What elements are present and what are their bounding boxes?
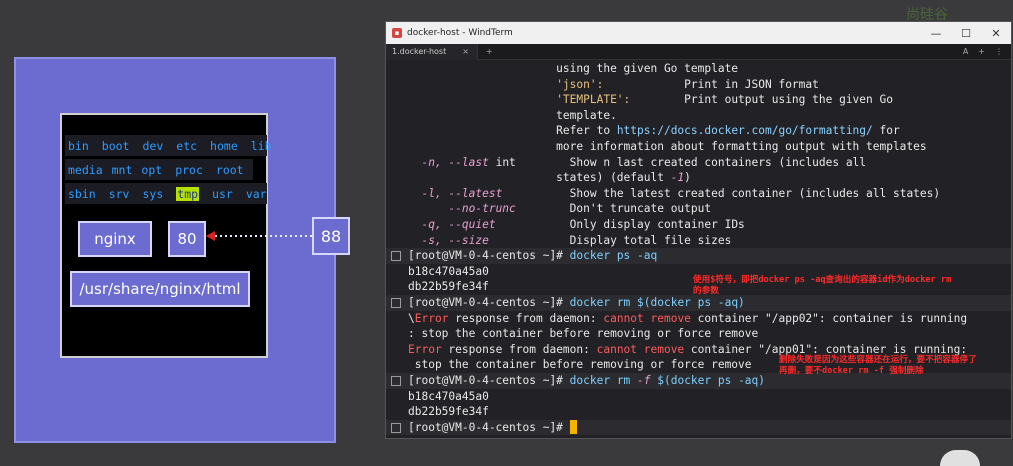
prompt-line: [root@VM-0-4-centos ~]# docker rm $(dock… (386, 295, 1011, 311)
prompt-line: [root@VM-0-4-centos ~]# docker ps -aq (386, 248, 1011, 264)
tab-docker-host[interactable]: 1.docker-host × (386, 43, 478, 60)
maximize-button[interactable]: ☐ (951, 27, 981, 40)
terminal-line: -s, --size Display total file sizes (421, 233, 732, 247)
nginx-box: nginx (78, 221, 152, 257)
docker-diagram: bin boot dev etc home lib media mnt opt … (14, 57, 350, 443)
windterm-app-icon: ▪ (392, 28, 402, 38)
terminal-line: -l, --latest Show the latest created con… (421, 186, 941, 200)
dir-label: bin (68, 138, 89, 153)
menu-icon[interactable]: ⋮ (995, 47, 1003, 56)
terminal-line: 'json': Print in JSON format (556, 77, 819, 91)
dir-label: var (245, 186, 267, 201)
terminal-line: Refer to https://docs.docker.com/go/form… (408, 124, 900, 138)
terminal-line: \Error response from daemon: cannot remo… (408, 311, 974, 325)
minimize-button[interactable]: — (921, 27, 951, 40)
close-button[interactable]: ✕ (981, 27, 1011, 40)
window-title: docker-host - WindTerm (407, 28, 513, 38)
dir-label: srv (108, 186, 130, 201)
active-prompt-line[interactable]: [root@VM-0-4-centos ~]# (386, 419, 1011, 436)
host-port-box: 88 (312, 217, 350, 255)
new-tab-button[interactable]: + (486, 47, 493, 56)
dir-label: mnt (111, 162, 133, 177)
terminal-line: states) (default -1) (408, 171, 691, 185)
fold-icon[interactable] (391, 298, 401, 308)
terminal-line: more information about formatting output… (408, 140, 927, 153)
fold-icon[interactable] (391, 251, 401, 262)
title-bar: ▪ docker-host - WindTerm — ☐ ✕ (386, 22, 1011, 44)
font-icon[interactable]: A (963, 47, 968, 56)
terminal-line: -q, --quiet Only display container IDs (421, 218, 745, 231)
terminal-line: : stop the container before removing or … (408, 327, 759, 341)
terminal-line: --no-trunc Don't truncate output (448, 202, 712, 216)
tab-bar: 1.docker-host × + A + ⋮ (386, 43, 1011, 60)
dir-label: etc (176, 138, 198, 153)
dir-label: usr (212, 186, 233, 201)
dir-label: opt (141, 162, 163, 177)
docs-link[interactable]: https://docs.docker.com/go/formatting/ (617, 124, 873, 137)
terminal-line: -n, --last int Show n last created conta… (421, 155, 867, 169)
terminal-line: db22b59fe34f (408, 405, 489, 419)
dir-label-highlighted: tmp (176, 186, 200, 201)
volume-path-box: /usr/share/nginx/html (70, 271, 250, 307)
fs-row-1: bin boot dev etc home lib (65, 135, 272, 156)
mascot-icon (940, 450, 980, 466)
dir-label: dev (142, 138, 164, 153)
dir-label: media (68, 162, 103, 177)
terminal-line: b18c470a45a0 (408, 389, 489, 403)
tab-close-icon[interactable]: × (462, 47, 469, 56)
fs-row-2: media mnt opt proc root (65, 159, 253, 180)
dir-label: root (215, 162, 244, 177)
dir-label: proc (175, 162, 203, 177)
dir-label: boot (101, 138, 130, 153)
annotation-note-1: 使用$符号，即把docker ps -aq查询出的容器id作为docker rm… (693, 275, 952, 296)
annotation-note-2: 删除失败是因为这些容器还在运行，要不把容器停了 再删，要不docker rm -… (779, 355, 977, 376)
dir-label: home (210, 138, 238, 153)
container-port-box: 80 (168, 221, 206, 257)
dir-label: lib (250, 138, 272, 153)
terminal-line: 'TEMPLATE': Print output using the given… (556, 93, 893, 107)
terminal-window: ▪ docker-host - WindTerm — ☐ ✕ 1.docker-… (385, 21, 1012, 439)
tab-label: 1.docker-host (392, 47, 447, 56)
text-cursor (569, 419, 577, 434)
dir-label: sbin (68, 186, 96, 201)
terminal-line: using the given Go template (408, 62, 739, 75)
dir-label: sys (142, 186, 164, 201)
port-mapping-arrow (206, 231, 312, 241)
add-icon[interactable]: + (978, 47, 985, 56)
terminal-line: template. (408, 108, 617, 122)
fs-row-3: sbin srv sys tmp usr var (65, 183, 267, 204)
fold-icon[interactable] (391, 376, 401, 386)
fold-icon[interactable] (391, 422, 401, 433)
terminal-output[interactable]: using the given Go template 'json': Prin… (386, 61, 1011, 438)
